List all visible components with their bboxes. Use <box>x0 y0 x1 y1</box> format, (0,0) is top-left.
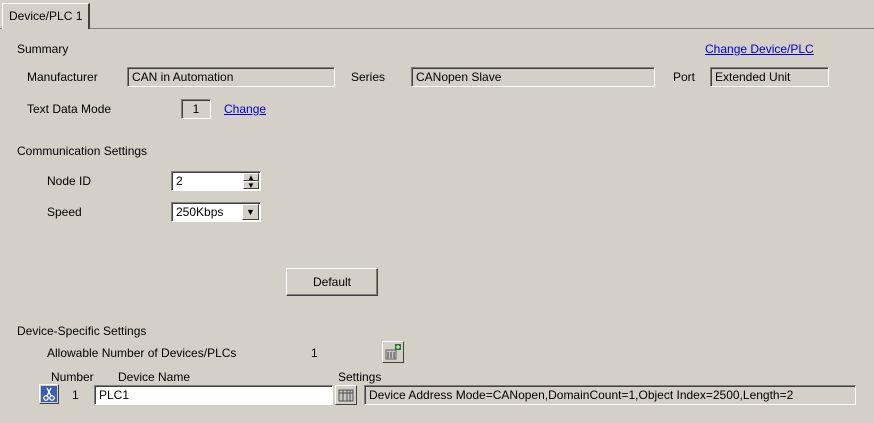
settings-table-icon <box>338 389 354 402</box>
node-id-spin-down[interactable]: ▼ <box>243 181 259 190</box>
chevron-down-icon: ▼ <box>246 207 255 217</box>
communication-settings-heading: Communication Settings <box>17 144 148 158</box>
device-plc-window: Device/PLC 1 Summary Change Device/PLC M… <box>0 0 874 423</box>
tab-strip: Device/PLC 1 <box>0 0 874 29</box>
scissors-icon <box>41 386 57 402</box>
text-data-mode-change-link[interactable]: Change <box>224 102 266 116</box>
allowable-number-value: 1 <box>311 346 318 360</box>
row-edit-button[interactable] <box>39 384 59 404</box>
settings-panel: Summary Change Device/PLC Manufacturer C… <box>0 29 874 423</box>
port-label: Port <box>673 70 696 84</box>
add-device-button[interactable] <box>382 341 404 363</box>
manufacturer-field: CAN in Automation <box>127 67 335 87</box>
node-id-label: Node ID <box>47 174 92 188</box>
manufacturer-label: Manufacturer <box>27 70 98 84</box>
allowable-number-label: Allowable Number of Devices/PLCs <box>47 346 237 360</box>
arrow-down-icon: ▼ <box>247 181 255 190</box>
column-number-header: Number <box>51 370 94 384</box>
port-field: Extended Unit <box>710 67 829 87</box>
summary-heading: Summary <box>17 42 69 56</box>
change-device-plc-link[interactable]: Change Device/PLC <box>705 42 814 56</box>
device-specific-heading: Device-Specific Settings <box>17 324 147 338</box>
device-settings-button[interactable] <box>335 385 357 405</box>
node-id-spin-up[interactable]: ▲ <box>243 173 259 182</box>
add-device-icon <box>385 344 401 360</box>
device-name-input[interactable]: PLC1 <box>94 385 333 405</box>
row-number: 1 <box>72 388 79 402</box>
column-device-name-header: Device Name <box>118 370 191 384</box>
tab-device-plc-1[interactable]: Device/PLC 1 <box>2 3 91 29</box>
text-data-mode-label: Text Data Mode <box>27 102 112 116</box>
speed-dropdown-button[interactable]: ▼ <box>242 204 259 220</box>
default-button[interactable]: Default <box>286 268 378 296</box>
device-settings-summary-field: Device Address Mode=CANopen,DomainCount=… <box>364 385 856 405</box>
series-field: CANopen Slave <box>411 67 655 87</box>
speed-label: Speed <box>47 205 82 219</box>
column-settings-header: Settings <box>338 370 382 384</box>
series-label: Series <box>351 70 386 84</box>
text-data-mode-field: 1 <box>181 99 211 119</box>
